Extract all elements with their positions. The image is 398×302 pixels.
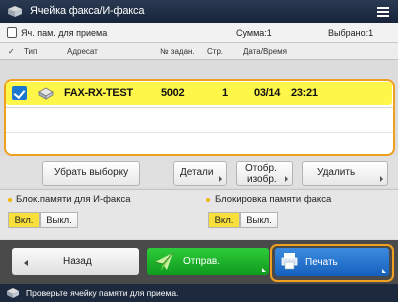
col-job-no[interactable]: № задан. <box>160 47 195 56</box>
fax-lock-on-toggle[interactable]: Вкл. <box>208 212 240 228</box>
back-button[interactable]: Назад <box>12 248 139 275</box>
list-divider <box>6 132 393 133</box>
row-address: FAX-RX-TEST <box>64 87 133 99</box>
ifax-lock-on-toggle[interactable]: Вкл. <box>8 212 40 228</box>
box-info-bar: Яч. пам. для приема Сумма:1 Выбрано:1 <box>0 23 398 43</box>
display-image-label: Отобр. <box>245 163 277 174</box>
display-image-button[interactable]: Отобр. изобр. <box>236 161 293 186</box>
bullet-icon <box>8 198 12 202</box>
fax-lock-off-toggle[interactable]: Выкл. <box>240 212 278 228</box>
column-header: ✓ Тип Адресат № задан. Стр. Дата/Время <box>0 43 398 60</box>
bullet-icon <box>206 198 210 202</box>
row-job-no: 5002 <box>161 87 185 99</box>
row-pages: 1 <box>222 87 228 99</box>
corner-arrow-icon <box>382 269 386 273</box>
ifax-lock-off-toggle[interactable]: Выкл. <box>40 212 78 228</box>
display-image-label-2: изобр. <box>247 174 277 185</box>
selected-check-icon <box>12 86 27 100</box>
memory-lock-settings: Блок.памяти для И-факса Вкл. Выкл. Блоки… <box>0 189 398 239</box>
delete-button[interactable]: Удалить <box>302 161 388 186</box>
delete-label: Удалить <box>317 167 356 178</box>
col-check[interactable]: ✓ <box>8 47 15 56</box>
ifax-lock-label: Блок.памяти для И-факса <box>16 194 131 205</box>
list-divider <box>6 107 393 108</box>
total-count: Сумма:1 <box>236 28 272 38</box>
selected-count: Выбрано:1 <box>328 28 374 38</box>
chevron-right-icon <box>380 176 383 182</box>
print-label: Печать <box>305 257 338 268</box>
send-button[interactable]: Отправ. <box>147 248 269 275</box>
printer-icon <box>281 253 298 270</box>
row-time: 23:21 <box>291 87 318 99</box>
fax-inbox-icon <box>7 288 19 298</box>
fax-inbox-icon <box>8 6 22 17</box>
col-type[interactable]: Тип <box>24 47 37 56</box>
details-button[interactable]: Детали <box>173 161 227 186</box>
chevron-right-icon <box>285 176 288 182</box>
send-paper-plane-icon <box>154 252 174 271</box>
print-button[interactable]: Печать <box>275 248 389 276</box>
status-bar: Проверьте ячейку памяти для приема. <box>0 284 398 302</box>
send-label: Отправ. <box>183 256 220 267</box>
fax-doc-icon <box>38 87 54 100</box>
box-name: Яч. пам. для приема <box>21 28 108 38</box>
title-bar: Ячейка факса/И-факса <box>0 0 398 23</box>
col-address[interactable]: Адресат <box>67 47 98 56</box>
memory-box-icon <box>7 27 17 38</box>
col-datetime[interactable]: Дата/Время <box>243 47 287 56</box>
details-label: Детали <box>180 167 214 178</box>
col-pages[interactable]: Стр. <box>207 47 223 56</box>
back-label: Назад <box>63 256 92 267</box>
menu-button[interactable] <box>368 0 398 23</box>
fax-lock-label: Блокировка памяти факса <box>215 194 332 205</box>
clear-selection-label: Убрать выборку <box>54 167 129 178</box>
chevron-right-icon <box>219 176 222 182</box>
row-date: 03/14 <box>254 87 281 99</box>
screen-title: Ячейка факса/И-факса <box>30 5 145 17</box>
fax-inbox-screen: Ячейка факса/И-факса Яч. пам. для приема… <box>0 0 398 302</box>
action-buttons: Убрать выборку Детали Отобр. изобр. Удал… <box>0 156 398 187</box>
table-row[interactable]: FAX-RX-TEST 5002 1 03/14 23:21 <box>6 82 392 105</box>
back-arrow-icon <box>24 260 28 266</box>
clear-selection-button[interactable]: Убрать выборку <box>42 161 140 186</box>
status-message: Проверьте ячейку памяти для приема. <box>26 288 179 298</box>
corner-arrow-icon <box>262 268 266 272</box>
